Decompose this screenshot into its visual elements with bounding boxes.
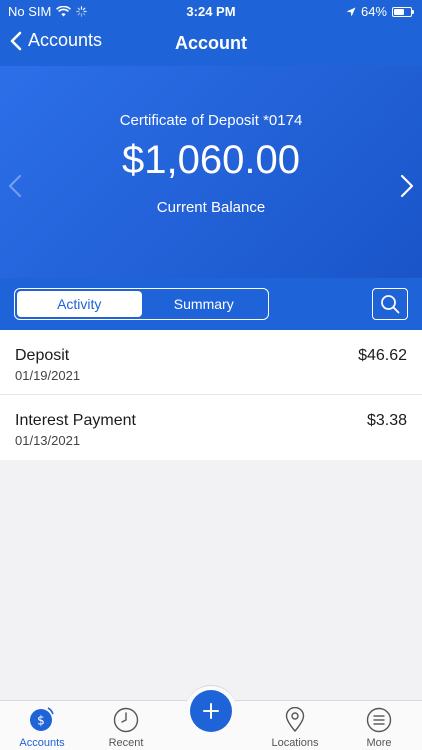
account-name: Certificate of Deposit *0174 [119,112,303,129]
bottom-tab-bar: $ Accounts Recent Locations More [0,685,422,750]
battery-percent: 64% [360,4,387,19]
page-title: Account [175,33,247,53]
location-pin-icon [285,707,305,733]
tab-activity[interactable]: Activity [17,291,142,317]
battery-icon [392,6,414,17]
segmented-control: Activity Summary [14,288,269,320]
transaction-amount: $46.62 [358,347,407,364]
transaction-list: Deposit 01/19/2021 $46.62 Interest Payme… [0,330,422,460]
transaction-row[interactable]: Interest Payment 01/13/2021 $3.38 [0,395,422,460]
balance-amount: $1,060.00 [122,138,300,182]
accounts-dollar-icon: $ [30,707,54,731]
nav-bar: Accounts Account [0,24,422,66]
search-button[interactable] [372,288,408,320]
tab-bar-more[interactable]: More [337,701,421,750]
clock-icon [113,707,139,733]
tab-bar-accounts[interactable]: $ Accounts [0,701,84,750]
balance-label: Current Balance [156,199,266,216]
transaction-date: 01/19/2021 [15,368,81,383]
tab-bar-label: Accounts [19,737,65,749]
add-button[interactable] [190,690,232,732]
tab-bar-recent[interactable]: Recent [84,701,168,750]
tab-bar-locations[interactable]: Locations [253,701,337,750]
status-right: 64% [346,4,414,19]
transaction-title: Deposit [15,347,70,364]
menu-icon [366,707,392,733]
battery-fill [394,8,404,15]
search-icon [381,295,400,314]
status-bar: No SIM 3:24 PM 64% [0,0,422,24]
transaction-amount: $3.38 [366,412,407,429]
balance-panel: Certificate of Deposit *0174 $1,060.00 C… [0,66,422,278]
location-arrow-icon [346,7,356,16]
svg-text:$: $ [37,714,45,728]
tab-summary[interactable]: Summary [142,291,267,317]
plus-icon [203,703,219,719]
transaction-date: 01/13/2021 [15,433,81,448]
transaction-row[interactable]: Deposit 01/19/2021 $46.62 [0,330,422,395]
tab-bar-label: Recent [108,737,144,749]
next-account-button[interactable] [400,174,414,203]
chevron-right-icon [400,174,414,198]
tab-bar-label: More [366,737,392,749]
tab-bar-label: Locations [271,737,319,749]
transaction-title: Interest Payment [15,412,136,429]
tab-strip: Activity Summary [0,278,422,330]
